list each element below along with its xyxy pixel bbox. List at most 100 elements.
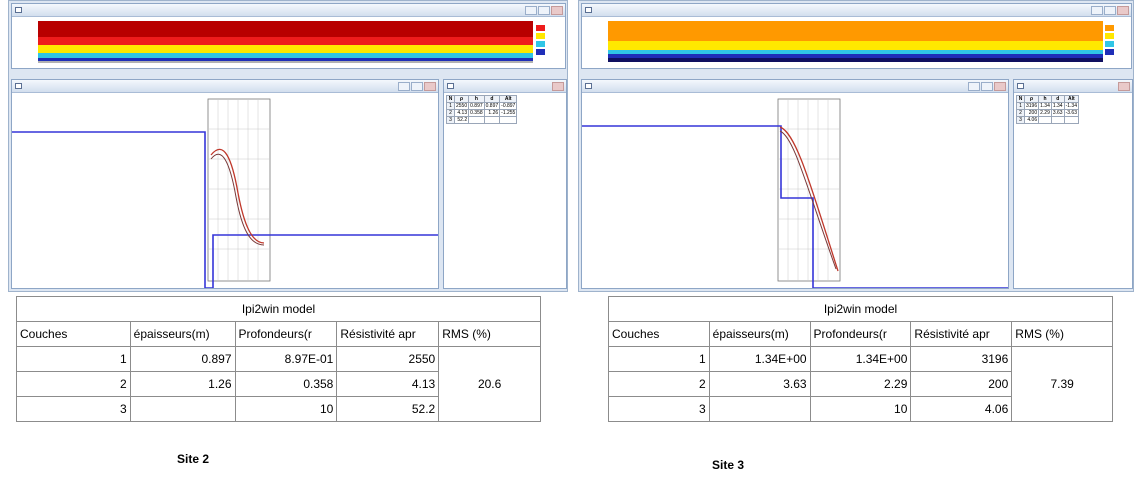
grid-cell[interactable]: 2	[446, 109, 455, 117]
resistivity-cell: 200	[910, 371, 1013, 397]
grid-cell[interactable]	[1063, 116, 1080, 124]
grid-cell[interactable]: 52.2	[453, 116, 470, 124]
site3-sounding-titlebar[interactable]	[582, 80, 1008, 93]
grid-cell[interactable]: 0.897	[483, 102, 501, 110]
site3-sounding-curve-window[interactable]	[581, 79, 1009, 289]
site3-label: Site 3	[712, 458, 745, 472]
depth-cell: 10	[809, 396, 912, 422]
legend-swatch-yellow	[536, 33, 545, 39]
layer-band-navy	[608, 58, 1103, 62]
resistivity-cell: 3196	[910, 346, 1013, 372]
grid-row[interactable]: 1 3196 1.34 1.34 -1.34	[1016, 102, 1080, 110]
maximize-button[interactable]	[981, 82, 993, 91]
window-icon	[15, 7, 22, 13]
table-row: 1 0.897 8.97E-01 2550 20.6	[16, 346, 541, 422]
thickness-cell	[129, 396, 236, 422]
close-button[interactable]	[1117, 6, 1129, 15]
grid-cell[interactable]: -3.63	[1063, 109, 1080, 117]
layer-band-red	[38, 37, 533, 45]
site2-model-grid-titlebar[interactable]	[444, 80, 566, 93]
layer-cell: 3	[608, 396, 710, 422]
grid-cell[interactable]: 0.897	[468, 102, 485, 110]
grid-cell[interactable]: 200	[1023, 109, 1040, 117]
site2-resistivity-section	[38, 21, 545, 63]
grid-cell[interactable]: 1	[1016, 102, 1025, 110]
grid-cell[interactable]	[499, 116, 518, 124]
site3-pseudo-section-titlebar[interactable]	[582, 4, 1131, 17]
grid-header: d	[483, 95, 501, 103]
grid-cell[interactable]: 2.29	[1038, 109, 1052, 117]
grid-cell[interactable]: 1	[446, 102, 455, 110]
grid-cell[interactable]: 1.26	[483, 109, 501, 117]
grid-header-row: N ρ h d Alt	[1016, 95, 1080, 103]
site2-sounding-curve-window[interactable]	[11, 79, 439, 289]
grid-header: h	[468, 95, 485, 103]
window-icon	[585, 7, 592, 13]
depth-cell: 8.97E-01	[234, 346, 338, 372]
column-header: Couches	[608, 321, 710, 347]
site2-pseudo-section-window[interactable]	[11, 3, 566, 69]
resistivity-cell: 4.13	[336, 371, 440, 397]
grid-cell[interactable]: 3	[1016, 116, 1025, 124]
site2-model-grid[interactable]: N ρ h d Alt 1 2550 0.897 0.897 -0.897 2 …	[446, 95, 564, 286]
thickness-cell: 1.34E+00	[708, 346, 811, 372]
site3-model-grid[interactable]: N ρ h d Alt 1 3196 1.34 1.34 -1.34 2 200…	[1016, 95, 1130, 286]
grid-row[interactable]: 2 200 2.29 3.63 -3.63	[1016, 109, 1080, 117]
column-header: Résistivité apr	[336, 321, 440, 347]
grid-cell[interactable]: 1.34	[1038, 102, 1052, 110]
grid-cell[interactable]: 2550	[453, 102, 470, 110]
grid-header: h	[1038, 95, 1052, 103]
plot-area	[207, 98, 271, 282]
resistivity-cell: 2550	[336, 346, 440, 372]
site2-model-grid-window[interactable]: N ρ h d Alt 1 2550 0.897 0.897 -0.897 2 …	[443, 79, 567, 289]
site2-sounding-titlebar[interactable]	[12, 80, 438, 93]
depth-cell: 0.358	[234, 371, 338, 397]
site3-model-grid-titlebar[interactable]	[1014, 80, 1132, 93]
grid-cell[interactable]	[1038, 116, 1052, 124]
close-button[interactable]	[551, 6, 563, 15]
grid-cell[interactable]: -0.897	[499, 102, 518, 110]
grid-cell[interactable]	[1050, 116, 1065, 124]
minimize-button[interactable]	[525, 6, 537, 15]
grid-cell[interactable]: 0.358	[468, 109, 485, 117]
legend-swatch-red	[536, 25, 545, 31]
maximize-button[interactable]	[1104, 6, 1116, 15]
site2-pseudo-section-titlebar[interactable]	[12, 4, 565, 17]
grid-cell[interactable]: 4.06	[1023, 116, 1040, 124]
layer-band-blue	[608, 54, 1103, 58]
table-header-row: Couches épaisseurs(m) Profondeurs(r Rési…	[16, 321, 541, 347]
grid-cell[interactable]: 2	[1016, 109, 1025, 117]
grid-cell[interactable]: 4.13	[453, 109, 470, 117]
grid-cell[interactable]: 3.63	[1050, 109, 1065, 117]
grid-row[interactable]: 3 4.06	[1016, 116, 1080, 124]
thickness-cell: 3.63	[708, 371, 811, 397]
grid-cell[interactable]: 1.34	[1050, 102, 1065, 110]
grid-row[interactable]: 1 2550 0.897 0.897 -0.897	[446, 102, 518, 110]
column-header: RMS (%)	[1011, 321, 1113, 347]
minimize-button[interactable]	[398, 82, 410, 91]
column-header: Couches	[16, 321, 131, 347]
grid-row[interactable]: 3 52.2	[446, 116, 518, 124]
grid-cell[interactable]	[468, 116, 485, 124]
close-button[interactable]	[994, 82, 1006, 91]
layer-cell: 1	[16, 346, 131, 372]
maximize-button[interactable]	[538, 6, 550, 15]
site3-pseudo-section-window[interactable]	[581, 3, 1132, 69]
maximize-button[interactable]	[411, 82, 423, 91]
close-button[interactable]	[1118, 82, 1130, 91]
grid-row[interactable]: 2 4.13 0.358 1.26 -1.255	[446, 109, 518, 117]
grid-header: ρ	[1023, 95, 1040, 103]
grid-cell[interactable]: -1.255	[499, 109, 518, 117]
window-icon	[447, 83, 454, 89]
grid-cell[interactable]: 3196	[1023, 102, 1040, 110]
column-header: épaisseurs(m)	[708, 321, 811, 347]
close-button[interactable]	[552, 82, 564, 91]
minimize-button[interactable]	[1091, 6, 1103, 15]
grid-cell[interactable]: 3	[446, 116, 455, 124]
grid-cell[interactable]	[483, 116, 501, 124]
grid-cell[interactable]: -1.34	[1063, 102, 1080, 110]
minimize-button[interactable]	[968, 82, 980, 91]
site3-resistivity-section	[608, 21, 1114, 62]
close-button[interactable]	[424, 82, 436, 91]
site3-model-grid-window[interactable]: N ρ h d Alt 1 3196 1.34 1.34 -1.34 2 200…	[1013, 79, 1133, 289]
